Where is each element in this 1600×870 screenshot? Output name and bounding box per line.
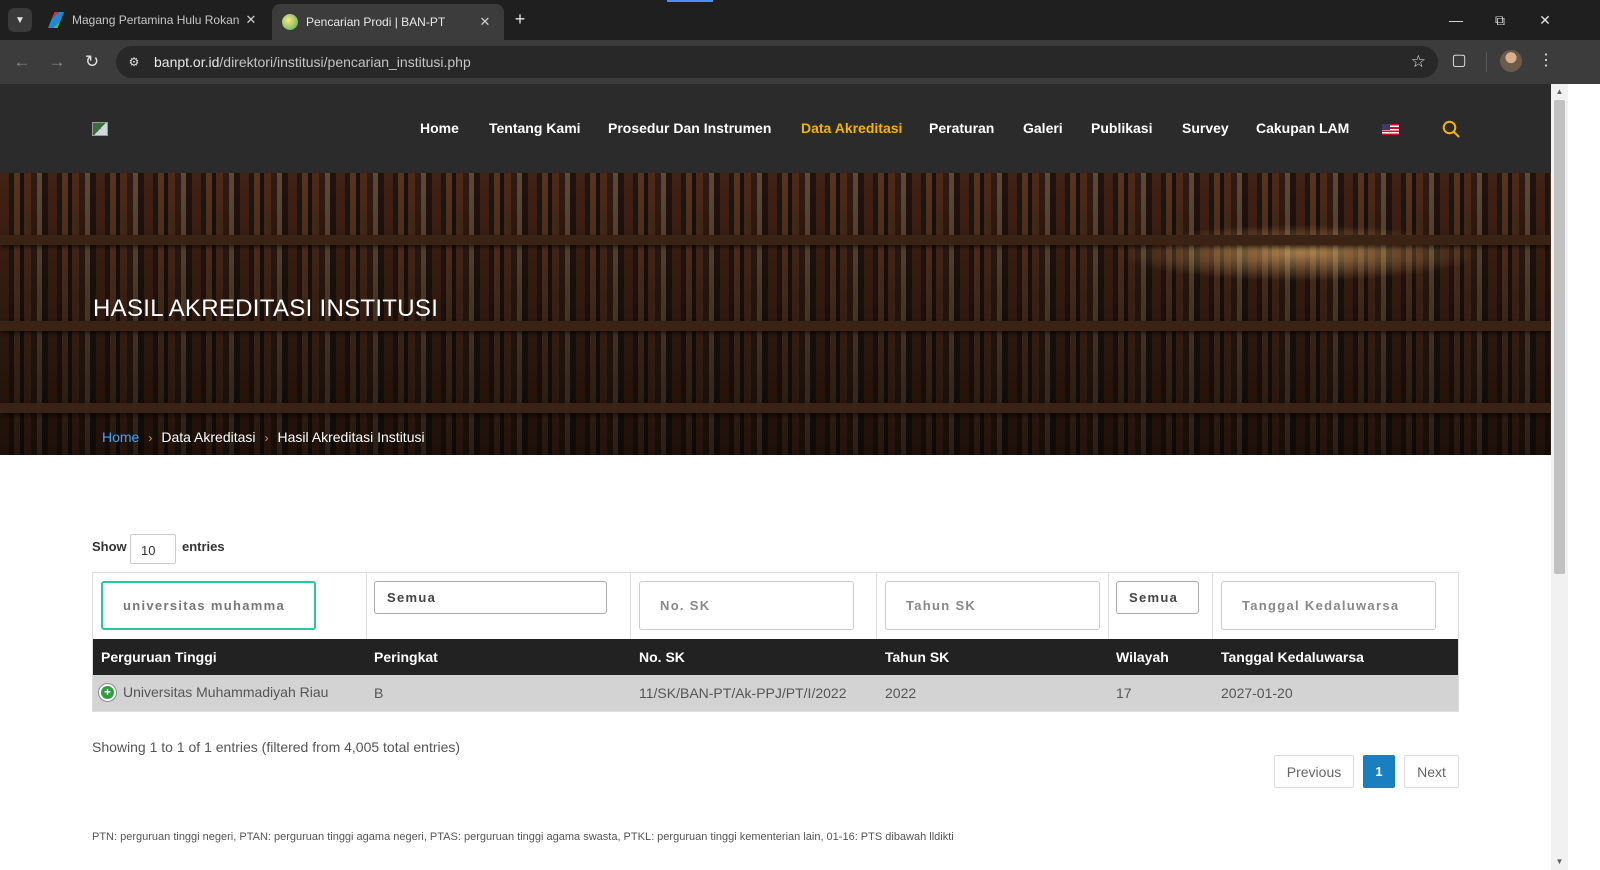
pertamina-favicon-icon (48, 12, 64, 28)
site-header: Home Tentang Kami Prosedur Dan Instrumen… (0, 84, 1551, 173)
page-viewport: Home Tentang Kami Prosedur Dan Instrumen… (0, 84, 1551, 870)
table-row: + Universitas Muhammadiyah Riau B 11/SK/… (93, 675, 1458, 711)
tab-title: Pencarian Prodi | BAN-PT (306, 15, 446, 29)
filter-tanggal-input[interactable]: Tanggal Kedaluwarsa (1221, 581, 1436, 630)
us-flag-icon[interactable] (1382, 124, 1399, 135)
cell-peringkat: B (374, 685, 384, 701)
table-header-row: Perguruan Tinggi Peringkat No. SK Tahun … (93, 639, 1458, 675)
tab-search-chevron-icon[interactable]: ▼ (8, 8, 32, 32)
tab-strip-accent (667, 0, 713, 2)
nav-publikasi[interactable]: Publikasi (1091, 120, 1152, 136)
header-peringkat[interactable]: Peringkat (374, 649, 438, 665)
header-tanggal-kedaluwarsa[interactable]: Tanggal Kedaluwarsa (1221, 649, 1364, 665)
tab-magang-pertamina[interactable]: Magang Pertamina Hulu Rokan ✕ (38, 4, 270, 36)
url-path: /direktori/institusi/pencarian_institusi… (219, 54, 471, 70)
new-tab-plus-icon[interactable]: + (509, 8, 531, 30)
side-panel-strip (1568, 84, 1600, 870)
filter-peringkat-select[interactable]: Semua (374, 581, 607, 614)
browser-tab-bar: ▼ Magang Pertamina Hulu Rokan ✕ Pencaria… (0, 0, 1600, 40)
browser-menu-icon[interactable]: ⋮ (1538, 50, 1554, 72)
pagination-previous-button[interactable]: Previous (1274, 755, 1354, 788)
reload-icon[interactable]: ↻ (80, 50, 104, 74)
extensions-puzzle-icon[interactable]: ▢ (1448, 50, 1470, 72)
page-scrollbar[interactable]: ▲ ▼ (1551, 84, 1568, 870)
breadcrumb-home[interactable]: Home (102, 429, 139, 445)
cell-tahun-sk: 2022 (885, 685, 917, 701)
minimize-icon[interactable]: — (1441, 8, 1471, 32)
restore-icon[interactable]: ⧉ (1485, 8, 1515, 32)
chevron-right-icon: › (264, 431, 269, 445)
page-length-select[interactable]: 10 (130, 534, 176, 564)
breadcrumb-current: Hasil Akreditasi Institusi (277, 429, 425, 445)
bookmark-star-icon[interactable]: ☆ (1411, 52, 1426, 72)
page-title: HASIL AKREDITASI INSTITUSI (93, 295, 439, 322)
legend-footnote: PTN: perguruan tinggi negeri, PTAN: perg… (92, 831, 954, 843)
toolbar-divider (1486, 52, 1487, 72)
chevron-right-icon: › (148, 431, 153, 445)
bookshelf-decor (0, 403, 1551, 413)
filter-row: universitas muhamma Semua No. SK Tahun S… (93, 573, 1458, 639)
breadcrumb: Home › Data Akreditasi › Hasil Akreditasi In… (102, 429, 425, 445)
entries-label: entries (182, 539, 225, 554)
bookshelf-decor (0, 235, 1551, 245)
nav-tentang-kami[interactable]: Tentang Kami (489, 120, 581, 136)
nav-data-akreditasi[interactable]: Data Akreditasi (801, 120, 902, 136)
url-host: banpt.or.id (154, 54, 220, 70)
back-arrow-icon[interactable]: ← (10, 50, 34, 74)
header-wilayah[interactable]: Wilayah (1116, 649, 1169, 665)
tab-pencarian-prodi[interactable]: Pencarian Prodi | BAN-PT ✕ (272, 4, 504, 40)
scrollbar-thumb[interactable] (1554, 100, 1565, 574)
address-bar[interactable]: ⚙ banpt.or.id/direktori/institusi/pencar… (116, 46, 1438, 78)
breadcrumb-data-akreditasi[interactable]: Data Akreditasi (161, 429, 255, 445)
cell-tanggal: 2027-01-20 (1221, 685, 1293, 701)
expand-row-plus-icon[interactable]: + (99, 684, 116, 701)
filter-tahun-sk-input[interactable]: Tahun SK (885, 581, 1100, 630)
header-tahun-sk[interactable]: Tahun SK (885, 649, 949, 665)
header-perguruan-tinggi[interactable]: Perguruan Tinggi (101, 649, 217, 665)
close-tab-icon[interactable]: ✕ (242, 12, 260, 28)
nav-cakupan-lam[interactable]: Cakupan LAM (1256, 120, 1349, 136)
cell-perguruan-tinggi: Universitas Muhammadiyah Riau (123, 684, 329, 700)
results-table: universitas muhamma Semua No. SK Tahun S… (92, 572, 1459, 712)
filter-no-sk-input[interactable]: No. SK (639, 581, 854, 630)
scroll-down-arrow-icon[interactable]: ▼ (1551, 854, 1568, 870)
close-window-icon[interactable]: ✕ (1530, 8, 1560, 32)
nav-prosedur[interactable]: Prosedur Dan Instrumen (608, 120, 771, 136)
pagination-next-button[interactable]: Next (1404, 755, 1459, 788)
site-logo-broken-image-icon[interactable] (92, 122, 108, 136)
filter-wilayah-select[interactable]: Semua (1116, 581, 1199, 614)
cell-no-sk: 11/SK/BAN-PT/Ak-PPJ/PT/I/2022 (639, 685, 847, 701)
table-info: Showing 1 to 1 of 1 entries (filtered fr… (92, 739, 461, 755)
header-no-sk[interactable]: No. SK (639, 649, 685, 665)
nav-galeri[interactable]: Galeri (1023, 120, 1063, 136)
banpt-favicon-icon (282, 14, 298, 30)
nav-home[interactable]: Home (420, 120, 459, 136)
search-icon[interactable] (1442, 120, 1460, 138)
url-text[interactable]: banpt.or.id/direktori/institusi/pencaria… (154, 54, 471, 70)
page-length-control: Show 10 entries (92, 534, 225, 564)
nav-peraturan[interactable]: Peraturan (929, 120, 994, 136)
show-label: Show (92, 539, 127, 554)
profile-avatar[interactable] (1500, 50, 1522, 72)
site-info-icon[interactable]: ⚙ (126, 54, 142, 70)
hero-banner: HASIL AKREDITASI INSTITUSI Home › Data Akr… (0, 173, 1551, 455)
scroll-up-arrow-icon[interactable]: ▲ (1551, 84, 1568, 100)
pagination-page-1[interactable]: 1 (1363, 755, 1395, 788)
forward-arrow-icon[interactable]: → (45, 50, 69, 74)
browser-toolbar: ← → ↻ ⚙ banpt.or.id/direktori/institusi/… (0, 40, 1600, 84)
filter-perguruan-tinggi-input[interactable]: universitas muhamma (101, 581, 316, 630)
close-tab-icon[interactable]: ✕ (476, 14, 494, 30)
nav-survey[interactable]: Survey (1182, 120, 1229, 136)
tab-title: Magang Pertamina Hulu Rokan (72, 13, 240, 27)
cell-wilayah: 17 (1116, 685, 1132, 701)
